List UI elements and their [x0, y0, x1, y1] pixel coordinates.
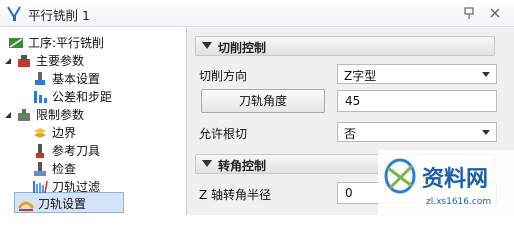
cut-direction-select[interactable]: Z字型	[337, 64, 497, 84]
watermark-brand: 资料网	[422, 167, 488, 192]
title-bar: 平行铣削 1	[0, 0, 514, 27]
allow-root-cut-label: 允许根切	[199, 127, 248, 141]
watermark-url: zl.xs1616.com	[426, 197, 491, 207]
operation-tree: 工序:平行铣削 主要参数 基本设置 公差和步距 限制参数 边界 参考刀具 检查 …	[0, 28, 180, 215]
pin-icon[interactable]	[462, 6, 476, 20]
tree-item-label: 检查	[52, 162, 77, 176]
dropdown-arrow-icon[interactable]	[482, 72, 490, 77]
toolpath-angle-button[interactable]: 刀轨角度	[201, 89, 325, 113]
boundary-icon	[34, 128, 46, 138]
toolpath-filter-icon	[33, 180, 48, 194]
tree-item-label: 参考刀具	[52, 144, 101, 158]
tree-item-label: 刀轨设置	[38, 197, 87, 211]
window-title: 平行铣削 1	[28, 8, 90, 23]
tree-item-label: 刀轨过滤	[52, 180, 101, 194]
expand-arrow-icon[interactable]	[4, 57, 12, 65]
watermark-logo: 资料网 zl.xs1616.com	[378, 150, 514, 215]
tolerance-icon	[34, 91, 47, 103]
app-icon	[7, 6, 21, 21]
limit-params-icon	[18, 109, 30, 121]
cut-direction-label: 切削方向	[199, 69, 248, 83]
collapse-arrow-icon[interactable]	[202, 160, 212, 167]
tree-item-label: 公差和步距	[52, 90, 113, 104]
check-icon	[34, 162, 46, 176]
tree-item-label: 限制参数	[36, 108, 85, 122]
tree-root-label: 工序:平行铣削	[28, 36, 105, 50]
tree-item-label: 主要参数	[36, 54, 85, 68]
main-params-icon	[18, 55, 30, 67]
toolpath-angle-input[interactable]: 45	[337, 90, 497, 112]
close-icon[interactable]	[488, 6, 502, 20]
cutting-control-header[interactable]: 切削控制	[195, 36, 495, 56]
toolpath-settings-icon	[18, 201, 34, 211]
operation-icon	[9, 38, 23, 48]
reference-tool-icon	[36, 144, 44, 158]
tree-item-label: 边界	[52, 126, 77, 140]
expand-arrow-icon[interactable]	[4, 111, 12, 119]
dropdown-arrow-icon[interactable]	[482, 130, 490, 135]
collapse-arrow-icon[interactable]	[202, 42, 212, 49]
basic-settings-icon	[35, 72, 45, 85]
z-corner-radius-label: Z 轴转角半径	[199, 188, 272, 202]
allow-root-cut-select[interactable]: 否	[337, 122, 497, 142]
tree-item-label: 基本设置	[52, 72, 101, 86]
